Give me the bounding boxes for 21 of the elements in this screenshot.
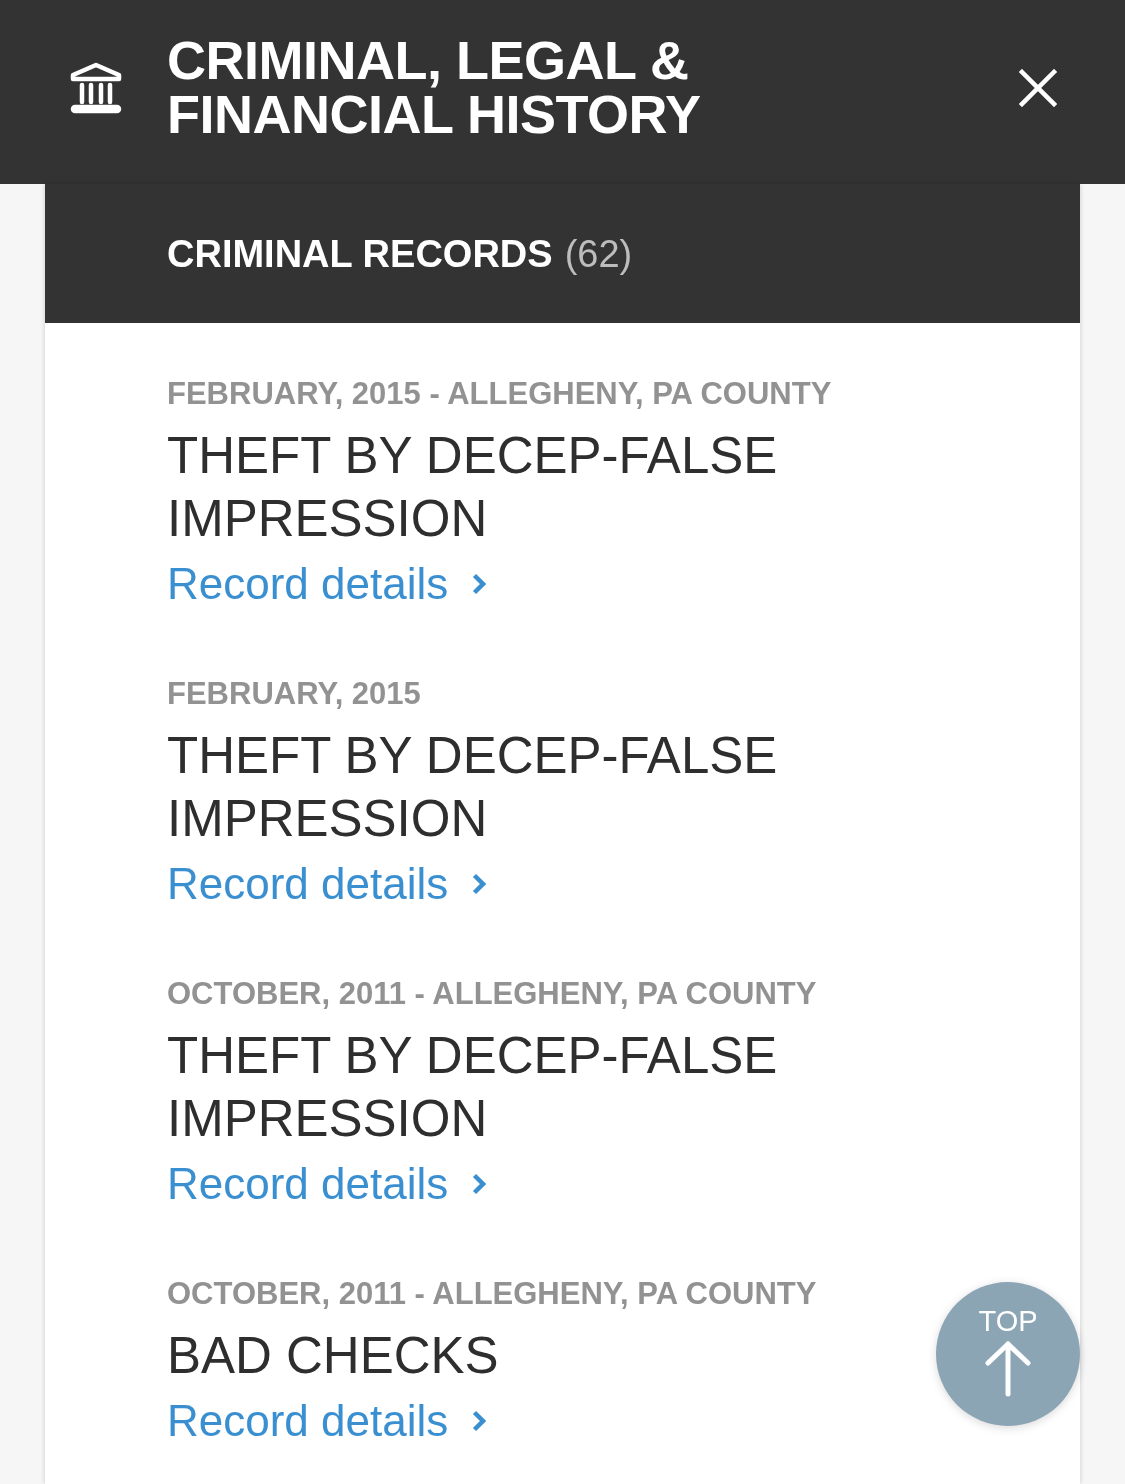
section-title: CRIMINAL RECORDS [167, 231, 553, 277]
chevron-icon [472, 1173, 487, 1195]
record-meta: FEBRUARY, 2015 [167, 675, 421, 713]
record-title: THEFT BY DECEP-FALSE IMPRESSION [167, 726, 779, 849]
header-title: CRIMINAL, LEGAL & FINANCIAL HISTORY [167, 33, 702, 141]
close-icon[interactable] [1019, 69, 1057, 107]
record-title: THEFT BY DECEP-FALSE IMPRESSION [167, 1026, 779, 1149]
record-details-link[interactable]: Record details [167, 554, 487, 614]
record-title: BAD CHECKS [167, 1326, 499, 1386]
chevron-icon [472, 873, 487, 895]
chevron-icon [472, 573, 487, 595]
bank-icon [70, 62, 122, 114]
record-details-link[interactable]: Record details [167, 854, 487, 914]
record-details-link[interactable]: Record details [167, 1391, 487, 1451]
record-meta: OCTOBER, 2011 - ALLEGHENY, PA COUNTY [167, 975, 817, 1013]
record-title: THEFT BY DECEP-FALSE IMPRESSION [167, 426, 779, 549]
record-meta: OCTOBER, 2011 - ALLEGHENY, PA COUNTY [167, 1275, 817, 1313]
record-count: (62) [564, 231, 633, 277]
chevron-icon [472, 1410, 487, 1432]
record-details-link[interactable]: Record details [167, 1154, 487, 1214]
record-meta: FEBRUARY, 2015 - ALLEGHENY, PA COUNTY [167, 375, 832, 413]
